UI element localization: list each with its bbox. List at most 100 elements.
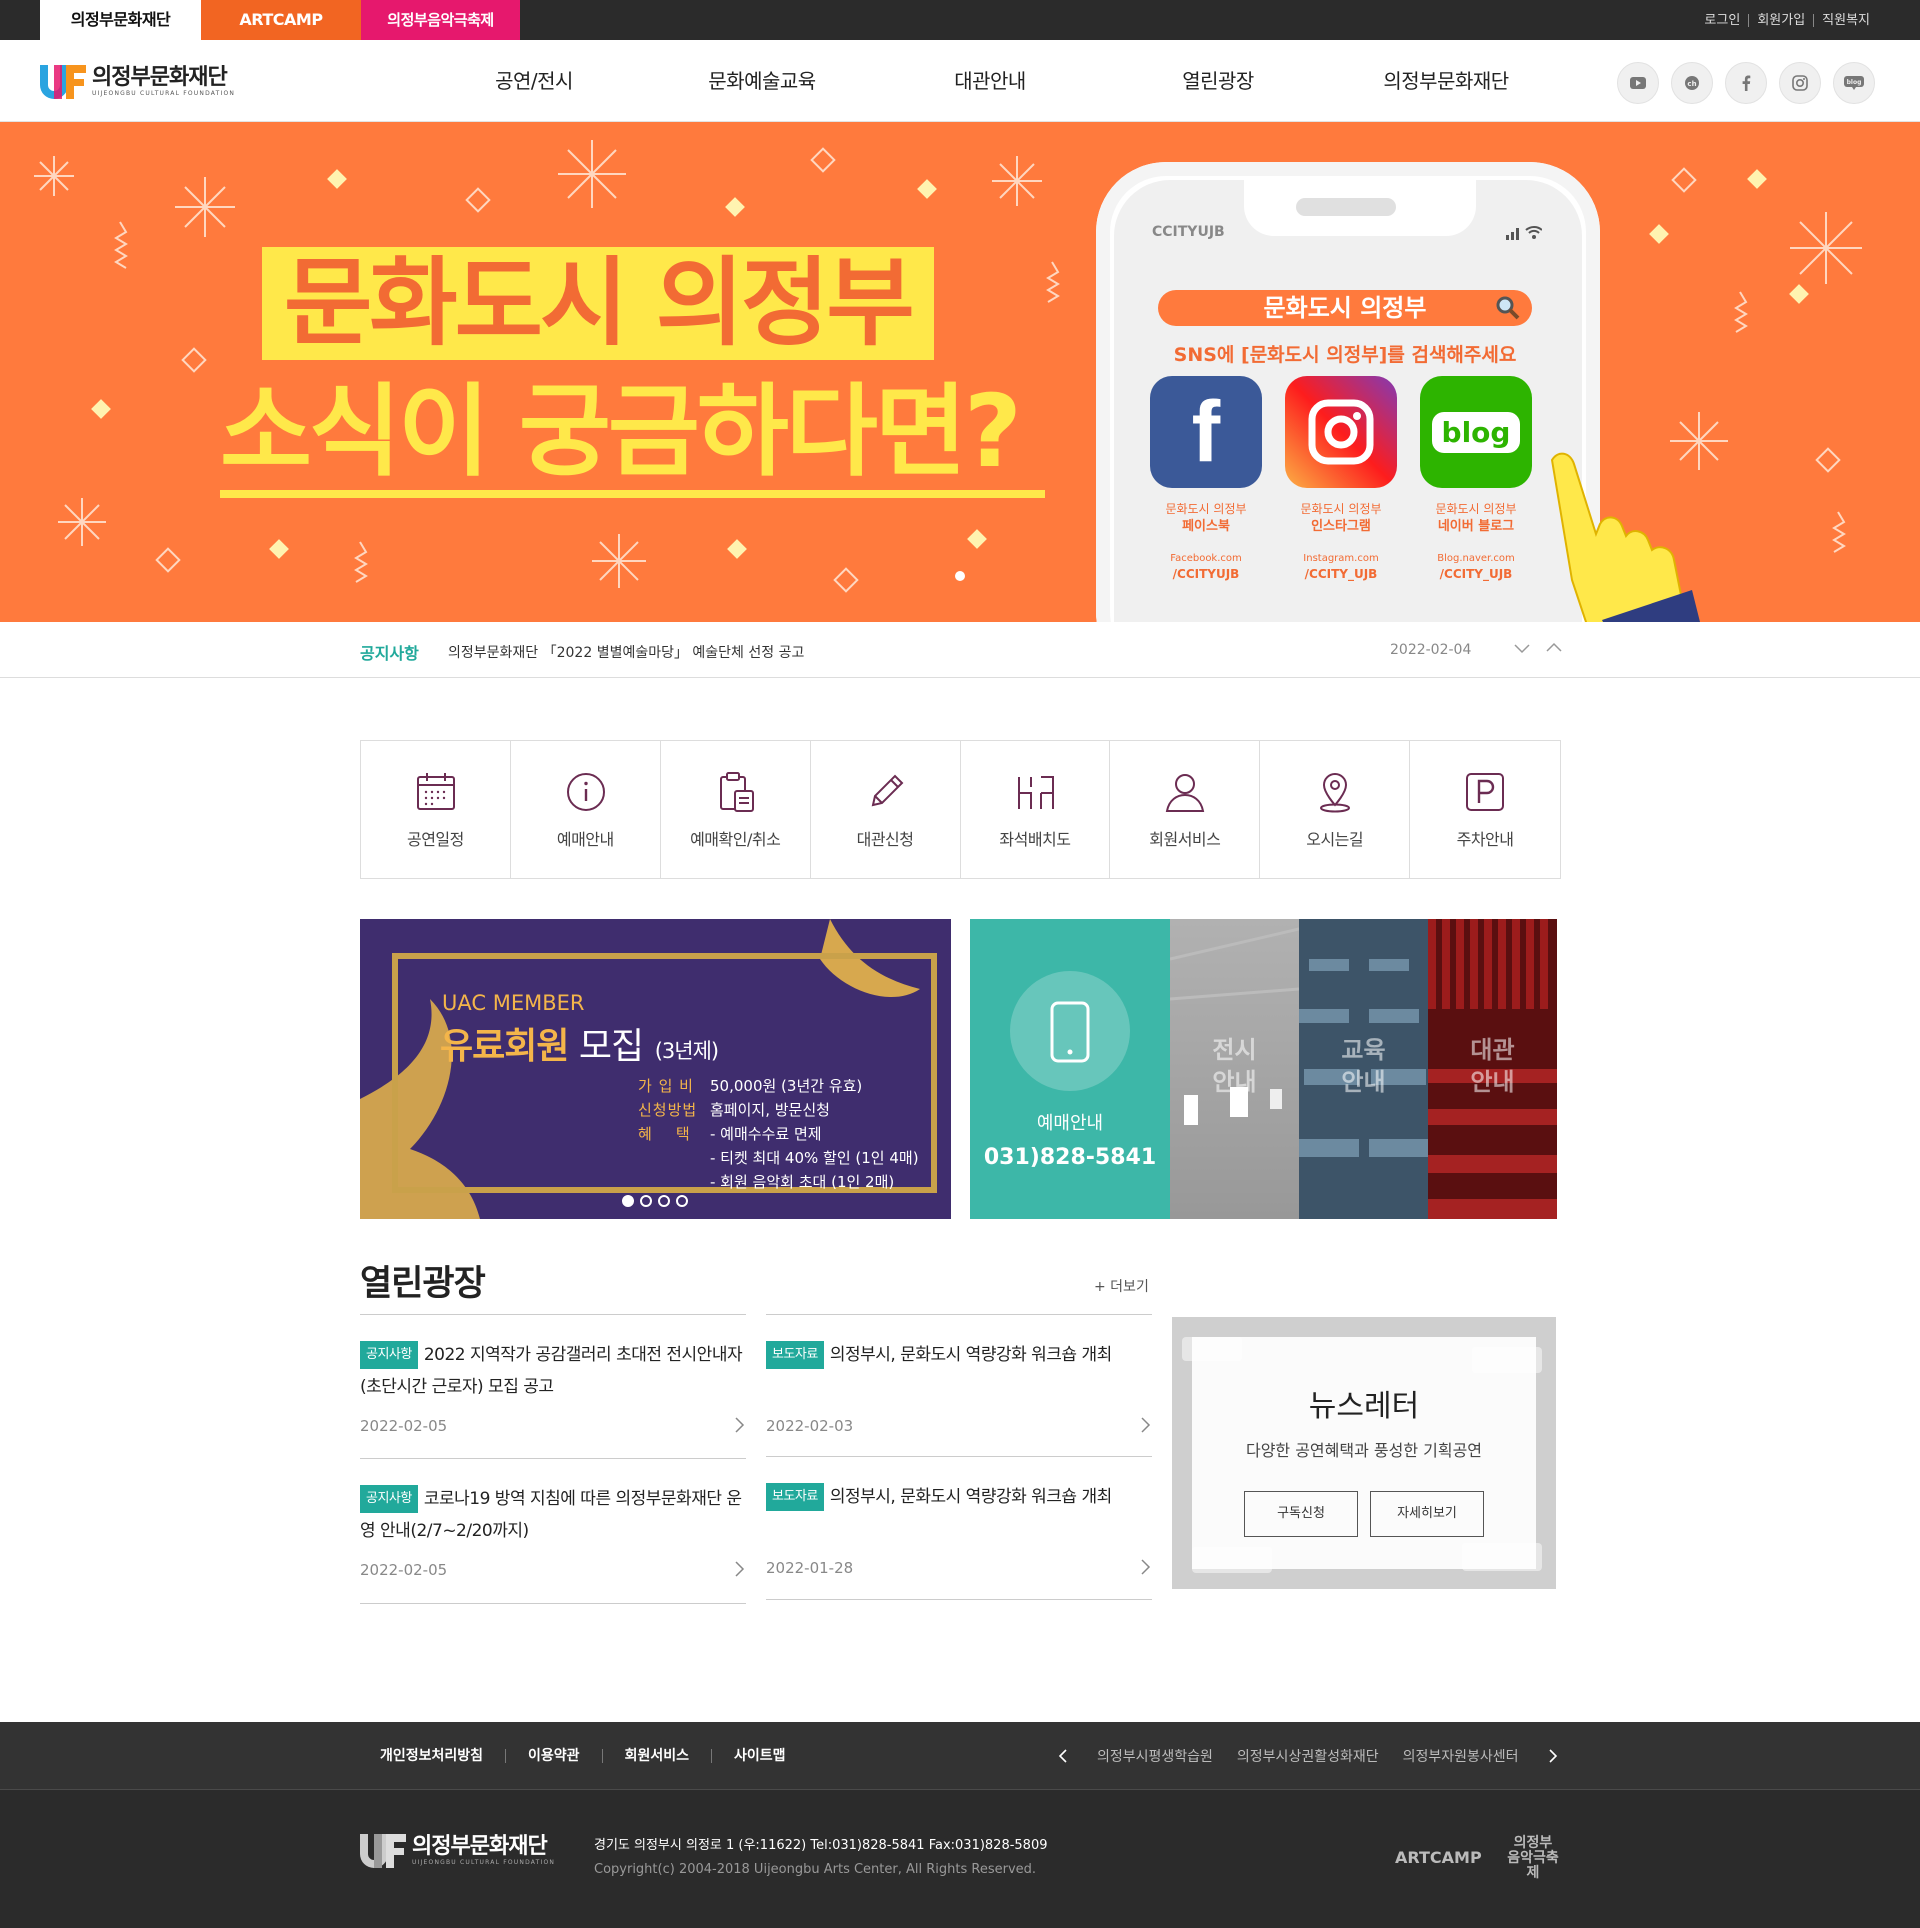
board-post[interactable]: 공지사항 코로나19 방역 지침에 따른 의정부문화재단 운영 안내(2/7~2/… bbox=[360, 1458, 746, 1604]
tab-foundation[interactable]: 의정부문화재단 bbox=[40, 0, 201, 40]
post-title: 공지사항 2022 지역작가 공감갤러리 초대전 전시안내자(초단시간 근로자) … bbox=[360, 1339, 746, 1403]
top-utility-bar: 의정부문화재단 ARTCAMP 의정부음악극축제 로그인 회원가입 직원복지 bbox=[0, 0, 1920, 40]
footer-address: 경기도 의정부시 의정로 1 (우:11622) Tel:031)828-584… bbox=[594, 1838, 1048, 1853]
details-button[interactable]: 자세히보기 bbox=[1370, 1491, 1484, 1537]
blog-card-line3: Blog.naver.com bbox=[1437, 553, 1515, 564]
site-logo[interactable]: 의정부문화재단 UIJEONGBU CULTURAL FOUNDATION bbox=[40, 64, 235, 100]
chevron-left-icon[interactable] bbox=[1055, 1747, 1073, 1765]
facebook-card: f 문화도시 의정부 페이스북 Facebook.com /CCITYUJB bbox=[1150, 376, 1262, 582]
post-badge: 보도자료 bbox=[766, 1483, 824, 1511]
post-badge: 공지사항 bbox=[360, 1341, 418, 1369]
blog-icon[interactable]: blog bbox=[1833, 62, 1875, 104]
post-badge: 보도자료 bbox=[766, 1341, 824, 1369]
instagram-icon[interactable] bbox=[1779, 62, 1821, 104]
clipboard-icon bbox=[719, 772, 754, 812]
nav-open-square[interactable]: 열린광장 bbox=[1104, 40, 1332, 122]
blog-tile-text: blog bbox=[1431, 411, 1521, 453]
quick-member-service[interactable]: 회원서비스 bbox=[1110, 741, 1261, 878]
pagination-dot[interactable] bbox=[622, 1195, 634, 1207]
member-promo-banner[interactable]: UAC MEMBER 유료회원 모집 (3년제) 가 입 비 50,000원 (3… bbox=[360, 919, 951, 1219]
tile-rental[interactable]: 대관 안내 bbox=[1428, 919, 1557, 1219]
tile-rental-label: 대관 안내 bbox=[1470, 1036, 1515, 1096]
youtube-icon[interactable] bbox=[1617, 62, 1659, 104]
post-title: 보도자료 의정부시, 문화도시 역량강화 워크숍 개최 bbox=[766, 1339, 1152, 1371]
related-site-link[interactable]: 의정부자원봉사센터 bbox=[1403, 1746, 1519, 1766]
instagram-card-line2: 인스타그램 bbox=[1311, 519, 1371, 534]
related-site-link[interactable]: 의정부시평생학습원 bbox=[1097, 1746, 1213, 1766]
sitemap-link[interactable]: 사이트맵 bbox=[712, 1749, 808, 1763]
staff-welfare-link[interactable]: 직원복지 bbox=[1814, 14, 1870, 27]
pagination-dot[interactable] bbox=[658, 1195, 670, 1207]
tile-education[interactable]: 교육 안내 bbox=[1299, 919, 1428, 1219]
quick-seat-map[interactable]: 좌석배치도 bbox=[961, 741, 1111, 878]
instagram-card-line1: 문화도시 의정부 bbox=[1300, 502, 1382, 516]
terms-link[interactable]: 이용약관 bbox=[506, 1749, 603, 1763]
promo-value: 50,000원 (3년간 유효) bbox=[710, 1077, 863, 1095]
board-post[interactable]: 보도자료 의정부시, 문화도시 역량강화 워크숍 개최 2022-01-28 bbox=[766, 1456, 1152, 1600]
quick-parking[interactable]: 주차안내 bbox=[1410, 741, 1560, 878]
quick-directions[interactable]: 오시는길 bbox=[1260, 741, 1411, 878]
member-service-link[interactable]: 회원서비스 bbox=[603, 1749, 712, 1763]
chevron-up-icon[interactable] bbox=[1544, 638, 1564, 658]
tile-exhibition[interactable]: 전시 안내 bbox=[1170, 919, 1299, 1219]
booking-label: 예매안내 bbox=[1036, 1113, 1104, 1134]
util-links: 로그인 회원가입 직원복지 bbox=[1696, 0, 1870, 40]
promo-details: 가 입 비 50,000원 (3년간 유효) 신청방법 홈페이지, 방문신청 혜 택… bbox=[638, 1074, 919, 1194]
footer-festival-logo[interactable]: 의정부 음악극축제 bbox=[1505, 1836, 1561, 1881]
ticker-date: 2022-02-04 bbox=[1390, 642, 1472, 658]
nav-rental[interactable]: 대관안내 bbox=[876, 40, 1104, 122]
tab-artcamp[interactable]: ARTCAMP bbox=[201, 0, 361, 40]
promo-value: 홈페이지, 방문신청 bbox=[710, 1101, 830, 1119]
kakao-channel-icon[interactable]: ch bbox=[1671, 62, 1713, 104]
pagination-dot[interactable] bbox=[676, 1195, 688, 1207]
tab-music-festival[interactable]: 의정부음악극축제 bbox=[361, 0, 520, 40]
facebook-icon[interactable] bbox=[1725, 62, 1767, 104]
quick-label: 예매확인/취소 bbox=[690, 830, 781, 849]
hero-slide-indicator[interactable] bbox=[955, 571, 965, 581]
pointing-hand-icon bbox=[1542, 440, 1702, 622]
hero-banner[interactable]: 문화도시 의정부 소식이 궁금하다면? CCITYUJB 문화도시 의정부 SN… bbox=[0, 122, 1920, 622]
nav-performance[interactable]: 공연/전시 bbox=[420, 40, 648, 122]
blog-card: blog 문화도시 의정부 네이버 블로그 Blog.naver.com /CC… bbox=[1420, 376, 1532, 582]
signup-link[interactable]: 회원가입 bbox=[1749, 13, 1815, 27]
facebook-card-line1: 문화도시 의정부 bbox=[1165, 502, 1247, 516]
chevron-right-icon bbox=[734, 1559, 746, 1579]
quick-booking-guide[interactable]: 예매안내 bbox=[511, 741, 661, 878]
post-date: 2022-02-05 bbox=[360, 1561, 448, 1579]
ticker-label: 공지사항 bbox=[360, 644, 419, 663]
chevron-down-icon[interactable] bbox=[1512, 638, 1532, 658]
promo-title-c: (3년제) bbox=[654, 1039, 719, 1063]
board-post[interactable]: 보도자료 의정부시, 문화도시 역량강화 워크숍 개최 2022-02-03 bbox=[766, 1314, 1152, 1456]
parking-icon bbox=[1466, 773, 1505, 811]
ticker-text[interactable]: 의정부문화재단 「2022 별별예술마당」 예술단체 선정 공고 bbox=[448, 642, 804, 662]
nav-foundation[interactable]: 의정부문화재단 bbox=[1332, 40, 1560, 122]
board-more-link[interactable]: + 더보기 bbox=[1094, 1276, 1149, 1296]
promo-key: 신청방법 bbox=[638, 1101, 698, 1119]
pencil-icon bbox=[871, 774, 904, 807]
post-date: 2022-01-28 bbox=[766, 1559, 854, 1577]
subscribe-button[interactable]: 구독신청 bbox=[1244, 1491, 1358, 1537]
nav-arts-education[interactable]: 문화예술교육 bbox=[648, 40, 876, 122]
chevron-right-icon bbox=[734, 1415, 746, 1435]
related-site-link[interactable]: 의정부시상권활성화재단 bbox=[1237, 1746, 1379, 1766]
quick-schedule[interactable]: 공연일정 bbox=[361, 741, 511, 878]
login-link[interactable]: 로그인 bbox=[1696, 13, 1750, 27]
facebook-card-line2: 페이스북 bbox=[1182, 519, 1230, 534]
pagination-dot[interactable] bbox=[640, 1195, 652, 1207]
quick-booking-check[interactable]: 예매확인/취소 bbox=[661, 741, 811, 878]
footer-artcamp-logo[interactable]: ARTCAMP bbox=[1395, 1848, 1482, 1867]
blog-card-line1: 문화도시 의정부 bbox=[1435, 502, 1517, 516]
privacy-policy-link[interactable]: 개인정보처리방침 bbox=[360, 1749, 507, 1763]
booking-info-box[interactable]: 예매안내 031)828-5841 bbox=[970, 919, 1170, 1219]
sns-links: ch blog bbox=[1617, 62, 1875, 104]
promo-title: 유료회원 모집 (3년제) bbox=[440, 1017, 719, 1069]
blog-card-line4: /CCITY_UJB bbox=[1439, 567, 1513, 581]
quick-rental-apply[interactable]: 대관신청 bbox=[811, 741, 961, 878]
chevron-right-icon[interactable] bbox=[1543, 1747, 1561, 1765]
quick-label: 오시는길 bbox=[1306, 830, 1364, 849]
quick-label: 예매안내 bbox=[556, 830, 614, 849]
newsletter-title: 뉴스레터 bbox=[1308, 1389, 1420, 1424]
board-post[interactable]: 공지사항 2022 지역작가 공감갤러리 초대전 전시안내자(초단시간 근로자) … bbox=[360, 1314, 746, 1458]
board-title: 열린광장 bbox=[360, 1264, 486, 1304]
footer-links: 개인정보처리방침 이용약관 회원서비스 사이트맵 bbox=[360, 1722, 808, 1790]
